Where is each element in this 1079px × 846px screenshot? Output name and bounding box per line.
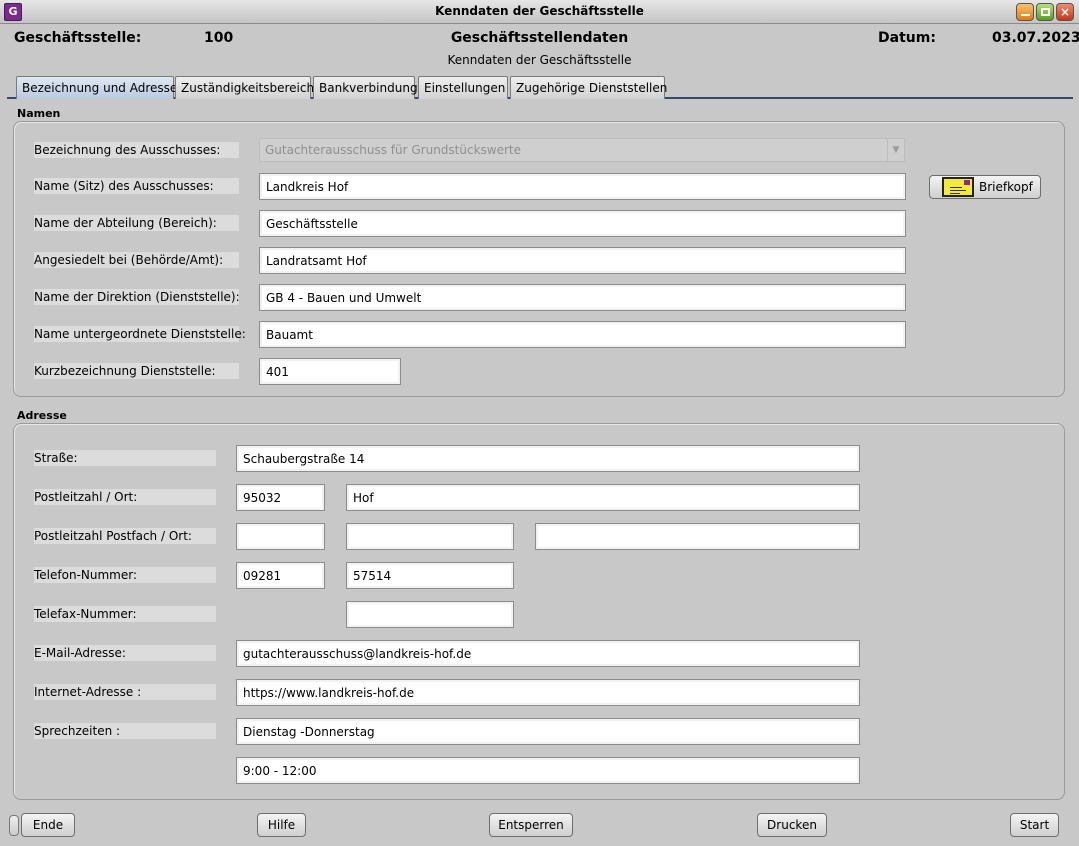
committee-label: Bezeichnung des Ausschusses: [34,142,239,158]
phone-label: Telefon-Nummer: [34,567,216,583]
website-field[interactable] [236,679,860,706]
office-hours-time-input[interactable] [237,758,859,783]
city-input[interactable] [347,485,859,510]
department-field[interactable] [259,210,906,237]
authority-label: Angesiedelt bei (Behörde/Amt): [34,252,239,268]
letterhead-button[interactable]: Briefkopf [929,175,1041,199]
phone-number-input[interactable] [347,563,513,588]
postal-code-field[interactable] [236,484,325,511]
letterhead-button-label: Briefkopf [979,180,1033,194]
pobox-postal-field[interactable] [236,523,325,550]
minimize-button[interactable] [1016,3,1034,21]
fax-label: Telefax-Nummer: [34,606,216,622]
fax-field[interactable] [346,601,514,628]
short-name-label: Kurzbezeichnung Dienststelle: [34,363,239,379]
authority-field[interactable] [259,247,906,274]
email-input[interactable] [237,641,859,666]
office-hours-days-field[interactable] [236,718,860,745]
postal-label: Postleitzahl / Ort: [34,489,216,505]
tab-name-and-address[interactable]: Bezeichnung und Adresse [16,76,177,99]
tab-settings[interactable]: Einstellungen [418,76,508,99]
tab-bank-details[interactable]: Bankverbindung [313,76,418,99]
website-input[interactable] [237,680,859,705]
minimize-icon [1021,14,1030,16]
tab-jurisdiction[interactable]: Zuständigkeitsbereich [175,76,314,99]
short-name-input[interactable] [260,359,400,384]
department-input[interactable] [260,211,905,236]
authority-input[interactable] [260,248,905,273]
seat-input[interactable] [260,174,905,199]
seat-label: Name (Sitz) des Ausschusses: [34,178,239,194]
phone-area-input[interactable] [237,563,324,588]
end-button[interactable]: Ende [21,813,75,837]
office-hours-days-input[interactable] [237,719,859,744]
pobox-city-input[interactable] [536,524,859,549]
street-field[interactable] [236,445,860,472]
short-name-field[interactable] [259,358,401,385]
tab-associated-offices[interactable]: Zugehörige Dienststellen [510,76,667,99]
pobox-number-field[interactable] [346,523,514,550]
city-field[interactable] [346,484,860,511]
email-label: E-Mail-Adresse: [34,645,216,661]
department-label: Name der Abteilung (Bereich): [34,215,239,231]
committee-select-value: Gutachterausschuss für Grundstückswerte [265,143,521,157]
pobox-number-input[interactable] [347,524,513,549]
chevron-down-icon[interactable]: ▼ [887,139,904,161]
footer-handle[interactable] [9,815,19,836]
street-label: Straße: [34,450,216,466]
start-button[interactable]: Start [1010,813,1059,837]
pobox-city-field[interactable] [535,523,860,550]
street-input[interactable] [237,446,859,471]
window-title: Kenndaten der Geschäftsstelle [435,4,644,18]
committee-select[interactable]: Gutachterausschuss für Grundstückswerte … [259,138,905,162]
print-button[interactable]: Drucken [757,813,827,837]
maximize-icon [1041,8,1050,16]
pobox-label: Postleitzahl Postfach / Ort: [34,528,216,544]
unlock-button[interactable]: Entsperren [489,813,573,837]
close-icon: × [1059,5,1071,19]
fax-input[interactable] [347,602,513,627]
help-button[interactable]: Hilfe [257,813,306,837]
date-value: 03.07.2023 [992,30,1079,46]
directorate-field[interactable] [259,284,906,311]
directorate-label: Name der Direktion (Dienststelle): [34,289,240,305]
sub-office-input[interactable] [260,322,905,347]
seat-field[interactable] [259,173,906,200]
sub-office-field[interactable] [259,321,906,348]
postal-code-input[interactable] [237,485,324,510]
pobox-postal-input[interactable] [237,524,324,549]
names-section-title: Namen [17,107,61,120]
section-subtitle: Kenndaten der Geschäftsstelle [447,53,632,67]
letterhead-icon [942,177,974,197]
office-hours-label: Sprechzeiten : [34,723,216,739]
directorate-input[interactable] [260,285,905,310]
office-hours-time-field[interactable] [236,757,860,784]
address-section-title: Adresse [17,409,67,422]
website-label: Internet-Adresse : [34,684,216,700]
phone-number-field[interactable] [346,562,514,589]
close-button[interactable]: × [1056,3,1074,21]
sub-office-label: Name untergeordnete Dienststelle: [34,326,246,342]
phone-area-field[interactable] [236,562,325,589]
maximize-button[interactable] [1036,3,1054,21]
email-field[interactable] [236,640,860,667]
date-label: Datum: [878,30,936,46]
